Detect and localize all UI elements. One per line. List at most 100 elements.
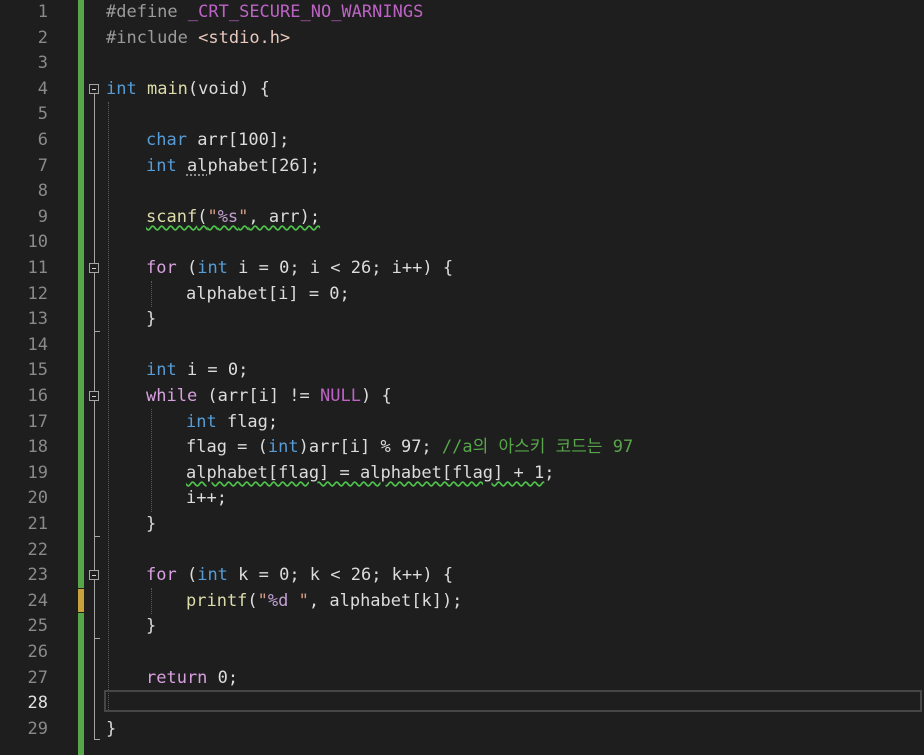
code-line-16[interactable]: while (arr[i] != NULL) {	[146, 384, 392, 410]
control-keyword: for	[146, 258, 177, 278]
code-text: k = 0; k < 26; k++) {	[227, 565, 454, 586]
code-line-12[interactable]: alphabet[i] = 0;	[186, 282, 350, 308]
code-line-20[interactable]: i++;	[186, 486, 227, 512]
code-text: phabet[26];	[207, 155, 321, 176]
string-literal: "	[288, 590, 309, 611]
line-number: 1	[37, 2, 48, 22]
collapse-toggle-icon[interactable]	[89, 391, 99, 401]
collapse-toggle-icon[interactable]	[89, 570, 99, 580]
line-number: 7	[37, 155, 48, 176]
line-number-gutter: 1 2 3 4 5 6 7 8 9 10 11 12 13 14 15 16 1…	[0, 0, 60, 755]
code-line-11[interactable]: for (int i = 0; i < 26; i++) {	[146, 256, 453, 282]
code-text: i++;	[186, 488, 227, 509]
line-number: 26	[27, 642, 48, 662]
line-number: 10	[27, 232, 48, 253]
fold-end-marker	[94, 331, 100, 332]
code-line-6[interactable]: char arr[100];	[146, 128, 289, 154]
line-number: 27	[27, 667, 48, 688]
code-line-2[interactable]: #include <stdio.h>	[106, 26, 290, 52]
code-text: (	[247, 590, 258, 611]
collapse-toggle-icon[interactable]	[89, 84, 99, 94]
format-specifier: %s	[217, 206, 239, 227]
code-text: 0;	[207, 667, 239, 688]
keyword: int	[267, 437, 299, 458]
code-text: arr[100];	[186, 130, 290, 150]
keyword: int	[146, 155, 177, 176]
line-number: 22	[27, 539, 48, 560]
code-line-7[interactable]: int alphabet[26];	[146, 154, 320, 180]
keyword: int	[197, 565, 228, 586]
line-number: 14	[27, 334, 48, 355]
control-keyword: while	[146, 386, 198, 406]
current-line-highlight	[104, 690, 922, 712]
code-text: (	[197, 206, 208, 227]
control-keyword: return	[146, 667, 208, 688]
line-number-current: 28	[27, 693, 48, 714]
line-number: 23	[27, 565, 48, 586]
code-text: }	[146, 616, 157, 637]
line-number: 9	[37, 206, 48, 227]
line-number: 12	[27, 283, 48, 304]
macro-name: NULL	[320, 386, 361, 406]
line-number: 6	[37, 130, 48, 150]
code-text: (void) {	[187, 78, 270, 99]
fold-line	[94, 94, 95, 739]
code-text: (	[176, 565, 198, 586]
code-line-27[interactable]: return 0;	[146, 666, 238, 692]
code-line-17[interactable]: int flag;	[186, 410, 278, 436]
code-text: }	[146, 309, 157, 330]
macro-name: _CRT_SECURE_NO_WARNINGS	[187, 2, 424, 22]
code-text: , alphabet[k]);	[308, 590, 463, 611]
line-number: 11	[27, 258, 48, 278]
code-comment: //a의 아스키 코드는 97	[441, 437, 634, 458]
line-number: 21	[27, 514, 48, 534]
fold-end-marker	[94, 638, 100, 639]
line-number: 16	[27, 386, 48, 406]
code-editor[interactable]: 1 2 3 4 5 6 7 8 9 10 11 12 13 14 15 16 1…	[0, 0, 924, 755]
code-line-13[interactable]: }	[146, 307, 156, 333]
function-name: scanf	[146, 206, 198, 227]
code-text: (	[176, 258, 198, 278]
include-header: <stdio.h>	[198, 27, 291, 48]
code-text: ) {	[360, 386, 392, 406]
line-number: 3	[37, 53, 48, 74]
indent-guide	[151, 588, 152, 614]
warning-squiggle: scanf("%s", arr);	[146, 207, 320, 227]
code-text: flag = (	[186, 437, 268, 458]
keyword: int	[186, 411, 217, 432]
code-text: ;	[544, 462, 555, 483]
control-keyword: for	[146, 565, 177, 586]
line-number: 25	[27, 616, 48, 637]
function-name: printf	[186, 590, 248, 611]
change-indicator-unsaved	[78, 589, 84, 612]
preprocessor-keyword: #define	[106, 2, 178, 22]
code-text: , arr);	[248, 206, 321, 227]
code-line-15[interactable]: int i = 0;	[146, 358, 248, 384]
code-line-18[interactable]: flag = (int)arr[i] % 97; //a의 아스키 코드는 97	[186, 435, 633, 461]
change-indicator-saved	[78, 0, 84, 588]
code-line-9[interactable]: scanf("%s", arr);	[146, 205, 320, 231]
indent-guide	[108, 102, 109, 712]
code-line-21[interactable]: }	[146, 512, 156, 538]
code-line-4[interactable]: int main(void) {	[106, 77, 270, 103]
code-line-1[interactable]: #define _CRT_SECURE_NO_WARNINGS	[106, 0, 423, 26]
warning-squiggle: alphabet[flag] = alphabet[flag] + 1	[186, 462, 545, 483]
line-number: 29	[27, 718, 48, 739]
code-line-23[interactable]: for (int k = 0; k < 26; k++) {	[146, 563, 453, 589]
code-line-25[interactable]: }	[146, 614, 156, 640]
fold-end-marker	[94, 739, 100, 740]
format-specifier: %d	[267, 590, 289, 611]
code-line-29[interactable]: }	[106, 717, 116, 743]
code-text: alphabet[i] = 0;	[186, 283, 350, 304]
code-line-24[interactable]: printf("%d ", alphabet[k]);	[186, 589, 462, 615]
code-line-19[interactable]: alphabet[flag] = alphabet[flag] + 1;	[186, 461, 554, 487]
code-text: (arr[i] !=	[197, 386, 321, 406]
line-number: 13	[27, 309, 48, 330]
string-literal: "	[238, 206, 249, 227]
function-name: main	[146, 78, 188, 99]
code-text: }	[146, 514, 157, 534]
collapse-toggle-icon[interactable]	[89, 263, 99, 273]
line-number: 15	[27, 360, 48, 381]
suggestion-marker: al	[186, 155, 208, 176]
